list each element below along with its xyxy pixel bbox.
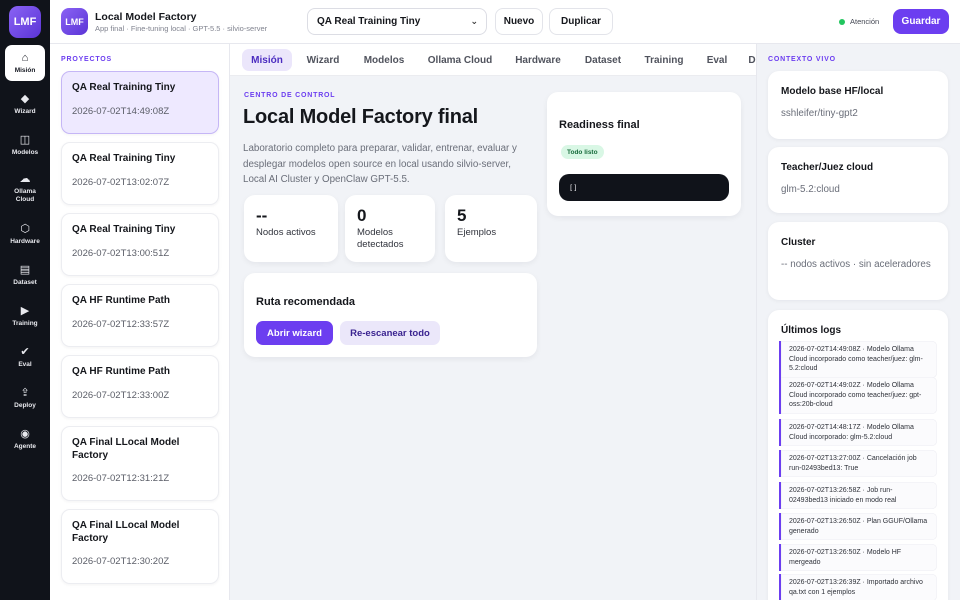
metric-card-nodes: -- Nodos activos (244, 195, 338, 262)
status-text: Atención (850, 17, 880, 26)
page-title: Local Model Factory final (243, 106, 479, 128)
home-icon: ⌂ (21, 51, 29, 64)
log-entry: 2026-07-02T14:48:17Z · Modelo Ollama Clo… (779, 419, 937, 446)
app-title: Local Model Factory (95, 11, 197, 23)
app-subtitle: App final · Fine-tuning local · GPT-5.5 … (95, 24, 268, 33)
open-wizard-button[interactable]: Abrir wizard (256, 321, 333, 345)
route-title: Ruta recomendada (256, 296, 356, 308)
tab-dataset[interactable]: Dataset (578, 49, 628, 71)
nav-item-agente[interactable]: ◉ Agente (5, 421, 45, 457)
project-select[interactable]: QA Real Training Tiny ⌄ (307, 8, 487, 35)
duplicate-button[interactable]: Duplicar (549, 8, 613, 35)
project-card[interactable]: QA Final LLocal Model Factory 2026-07-02… (61, 426, 219, 501)
readiness-card: Readiness final Todo listo [] (547, 92, 741, 216)
project-card[interactable]: QA HF Runtime Path 2026-07-02T12:33:00Z (61, 355, 219, 418)
context-card-teacher: Teacher/Juez cloud glm-5.2:cloud (768, 147, 948, 213)
tab-deploy[interactable]: D (744, 49, 756, 71)
nav-item-wizard[interactable]: ◆ Wizard (5, 86, 45, 122)
control-center-label: CENTRO DE CONTROL (244, 92, 336, 99)
metric-card-models: 0 Modelos detectados (345, 195, 435, 262)
nav-item-modelos[interactable]: ◫ Modelos (5, 127, 45, 163)
nav-item-ollama-cloud[interactable]: ☁ Ollama Cloud (5, 170, 45, 206)
status-badge: Todo listo (561, 145, 604, 159)
log-entry: 2026-07-02T14:49:02Z · Modelo Ollama Clo… (779, 377, 937, 414)
log-entry: 2026-07-02T13:26:58Z · Job run-02493bed1… (779, 482, 937, 509)
cloud-icon: ☁ (19, 173, 31, 185)
projects-panel: PROYECTOS QA Real Training Tiny 2026-07-… (50, 44, 230, 600)
tab-wizard[interactable]: Wizard (300, 49, 346, 71)
project-card[interactable]: QA Final LLocal Model Factory 2026-07-02… (61, 509, 219, 584)
route-card: Ruta recomendada Abrir wizard Re-escanea… (244, 273, 537, 357)
play-icon: ▶ (20, 304, 30, 317)
app-logo: LMF (61, 8, 88, 35)
project-card[interactable]: QA Real Training Tiny 2026-07-02T13:02:0… (61, 142, 219, 205)
table-icon: ▤ (19, 263, 31, 276)
context-label: CONTEXTO VIVO (768, 56, 836, 63)
log-entry: 2026-07-02T14:49:08Z · Modelo Ollama Clo… (779, 341, 937, 378)
new-button[interactable]: Nuevo (495, 8, 543, 35)
target-icon: ◉ (20, 427, 30, 440)
log-entry: 2026-07-02T13:26:39Z · Importado archivo… (779, 574, 937, 600)
upload-icon: ⇪ (20, 386, 30, 399)
page-description: Laboratorio completo para preparar, vali… (243, 143, 517, 185)
project-card[interactable]: QA Real Training Tiny 2026-07-02T13:00:5… (61, 213, 219, 276)
log-entry: 2026-07-02T13:26:50Z · Modelo HF mergead… (779, 544, 937, 571)
nav-item-deploy[interactable]: ⇪ Deploy (5, 380, 45, 416)
tab-mision[interactable]: Misión (242, 49, 292, 71)
project-card[interactable]: QA Real Training Tiny 2026-07-02T14:49:0… (61, 71, 219, 134)
check-icon: ✔ (20, 345, 30, 358)
context-card-base-model: Modelo base HF/local sshleifer/tiny-gpt2 (768, 71, 948, 139)
book-icon: ◫ (19, 133, 31, 146)
nav-item-training[interactable]: ▶ Training (5, 298, 45, 334)
status-indicator: Atención (839, 17, 879, 26)
tab-eval[interactable]: Eval (700, 49, 734, 71)
diamond-icon: ◆ (20, 92, 30, 105)
project-card[interactable]: QA HF Runtime Path 2026-07-02T12:33:57Z (61, 284, 219, 347)
tab-modelos[interactable]: Modelos (356, 49, 412, 71)
nav-item-eval[interactable]: ✔ Eval (5, 339, 45, 375)
nav-rail: LMF ⌂ Misión ◆ Wizard ◫ Modelos ☁ Ollama… (0, 0, 50, 600)
logs-title: Últimos logs (781, 325, 842, 336)
metric-card-examples: 5 Ejemplos (445, 195, 537, 262)
hexagon-icon: ⬡ (20, 222, 30, 235)
project-select-value: QA Real Training Tiny (317, 16, 421, 27)
status-dot-icon (839, 18, 845, 25)
context-card-cluster: Cluster -- nodos activos · sin acelerado… (768, 222, 948, 300)
save-button[interactable]: Guardar (893, 9, 949, 34)
nav-item-mision[interactable]: ⌂ Misión (5, 45, 45, 81)
chevron-down-icon: ⌄ (470, 16, 478, 26)
section-tabs: Misión Wizard Modelos Ollama Cloud Hardw… (230, 44, 756, 76)
tab-hardware[interactable]: Hardware (508, 49, 568, 71)
log-entry: 2026-07-02T13:26:50Z · Plan GGUF/Ollama … (779, 513, 937, 540)
readiness-title: Readiness final (559, 119, 640, 131)
projects-label: PROYECTOS (61, 56, 113, 63)
rail-logo: LMF (9, 6, 41, 38)
tab-ollama-cloud[interactable]: Ollama Cloud (422, 49, 498, 71)
context-panel: CONTEXTO VIVO Modelo base HF/local sshle… (756, 44, 960, 600)
readiness-output: [] (559, 174, 729, 201)
tab-training[interactable]: Training (638, 49, 690, 71)
logs-card: Últimos logs 2026-07-02T14:49:08Z · Mode… (768, 310, 948, 600)
top-header: LMF Local Model Factory App final · Fine… (50, 0, 960, 44)
nav-item-hardware[interactable]: ⬡ Hardware (5, 216, 45, 252)
nav-item-dataset[interactable]: ▤ Dataset (5, 257, 45, 293)
log-entry: 2026-07-02T13:27:00Z · Cancelación job r… (779, 450, 937, 477)
rescan-all-button[interactable]: Re-escanear todo (340, 321, 440, 345)
